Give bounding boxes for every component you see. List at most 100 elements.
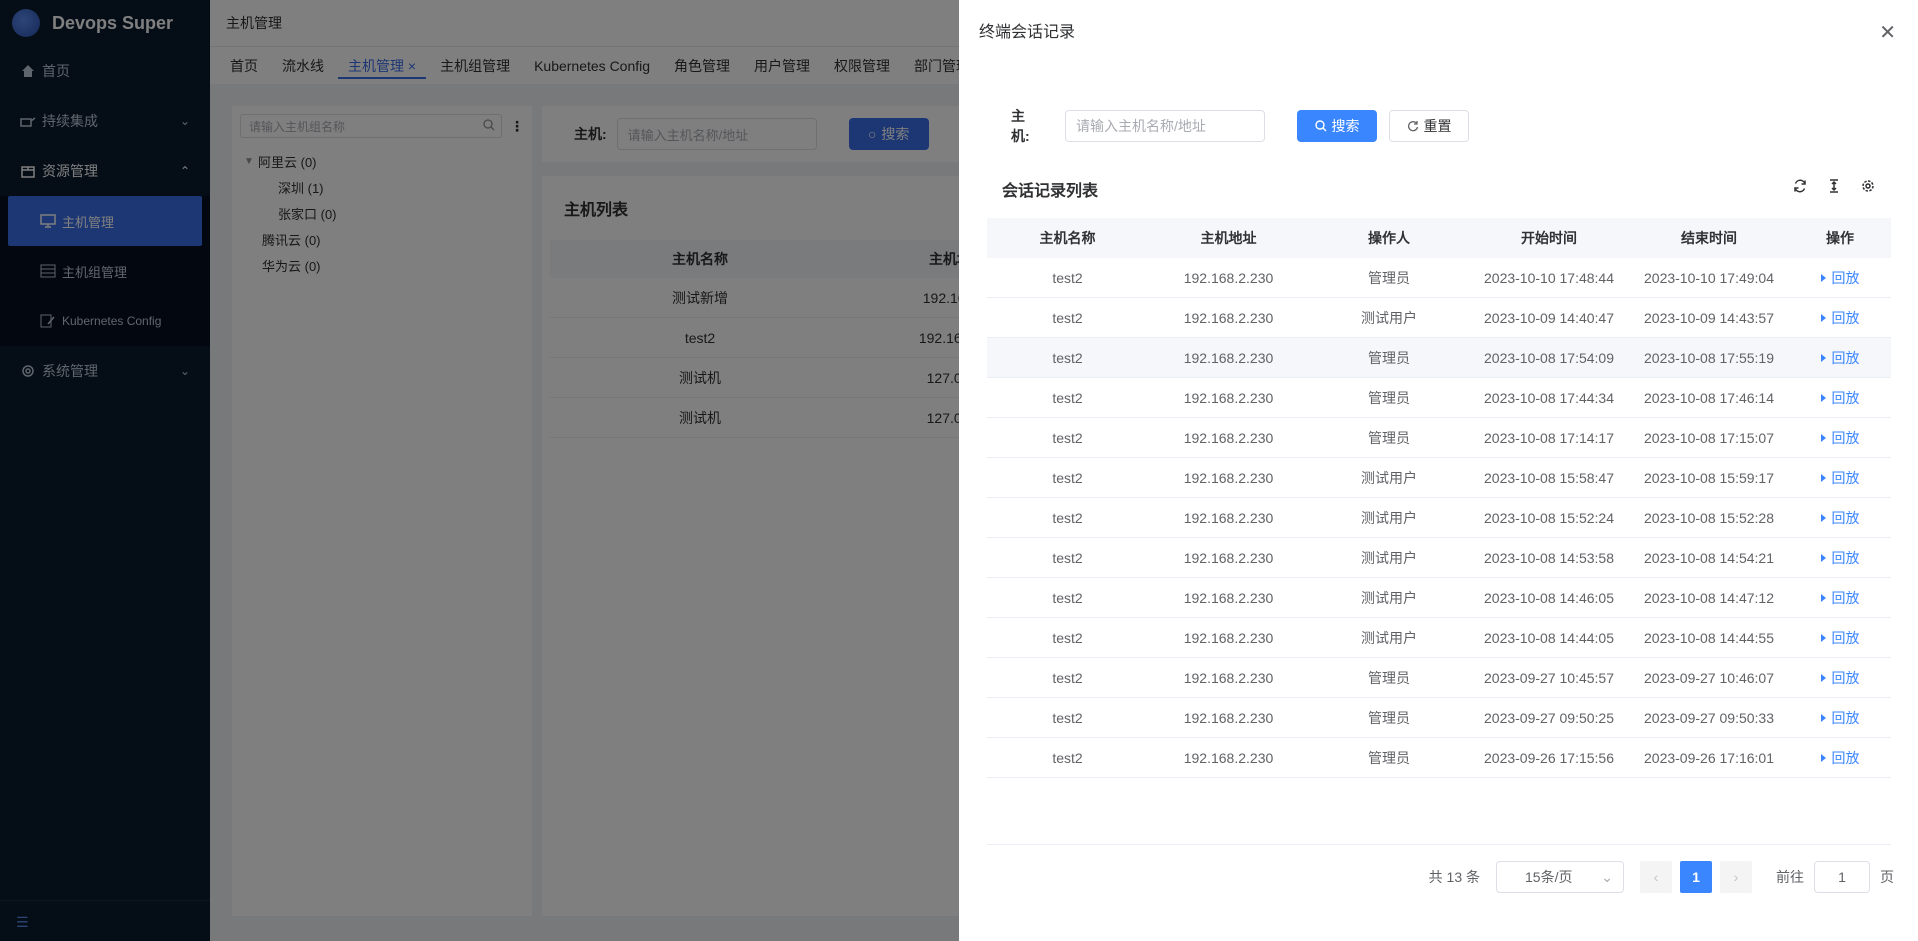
cell: 2023-10-08 14:54:21 (1644, 549, 1774, 566)
table-row[interactable]: test2 192.168.2.230 管理员 2023-10-08 17:14:17… (987, 418, 1891, 458)
table-row[interactable]: test2 192.168.2.230 管理员 2023-10-10 17:48:44… (987, 258, 1891, 298)
prev-page-button[interactable]: ‹ (1640, 861, 1672, 893)
cell: 2023-10-08 15:58:47 (1484, 469, 1614, 486)
cell: 2023-10-08 14:44:55 (1644, 629, 1774, 646)
replay-button[interactable]: 回放 (1820, 388, 1860, 408)
cell: test2 (1052, 309, 1083, 326)
play-icon (1820, 513, 1826, 522)
search-icon (1314, 120, 1327, 132)
play-icon (1820, 393, 1826, 402)
column-header: 开始时间 (1521, 230, 1577, 246)
play-icon (1820, 473, 1826, 482)
table-row[interactable]: test2 192.168.2.230 测试用户 2023-10-08 15:52:2… (987, 498, 1891, 538)
replay-label: 回放 (1831, 309, 1860, 326)
cell: 2023-10-10 17:49:04 (1644, 269, 1774, 286)
cell: 192.168.2.230 (1183, 629, 1274, 646)
cell: 2023-09-27 10:45:57 (1484, 669, 1614, 686)
replay-label: 回放 (1831, 509, 1860, 526)
cell: 管理员 (1368, 269, 1410, 286)
table-row[interactable]: test2 192.168.2.230 管理员 2023-09-27 10:45:57… (987, 658, 1891, 698)
table-row[interactable]: test2 192.168.2.230 管理员 2023-10-08 17:44:34… (987, 378, 1891, 418)
play-icon (1820, 353, 1826, 362)
cell: test2 (1052, 549, 1083, 566)
cell: 管理员 (1368, 709, 1410, 726)
goto-page-input[interactable]: 1 (1814, 861, 1870, 893)
refresh-icon[interactable] (1792, 178, 1808, 194)
replay-button[interactable]: 回放 (1820, 468, 1860, 488)
settings-icon[interactable] (1860, 178, 1876, 194)
page-size-select[interactable]: 15条/页 ⌄ (1496, 861, 1624, 893)
cell: 2023-10-08 14:44:05 (1484, 629, 1614, 646)
play-icon (1820, 273, 1826, 282)
table-row[interactable]: test2 192.168.2.230 测试用户 2023-10-08 14:44:0… (987, 618, 1891, 658)
replay-button[interactable]: 回放 (1820, 508, 1860, 528)
session-host-input[interactable]: 请输入主机名称/地址 (1065, 110, 1265, 142)
replay-button[interactable]: 回放 (1820, 748, 1860, 768)
play-icon (1820, 313, 1826, 322)
cell: 2023-10-08 14:47:12 (1644, 589, 1774, 606)
table-row[interactable]: test2 192.168.2.230 测试用户 2023-10-08 15:58:4… (987, 458, 1891, 498)
cell: 管理员 (1368, 429, 1410, 446)
table-row[interactable]: test2 192.168.2.230 测试用户 2023-10-09 14:40:4… (987, 298, 1891, 338)
action-cell: 回放 (1789, 668, 1891, 688)
replay-label: 回放 (1831, 589, 1860, 606)
reset-button[interactable]: 重置 (1389, 110, 1469, 142)
cell: test2 (1052, 509, 1083, 526)
column-header: 操作 (1826, 230, 1854, 246)
cell: 192.168.2.230 (1183, 669, 1274, 686)
replay-button[interactable]: 回放 (1820, 708, 1860, 728)
column-header: 操作人 (1368, 230, 1410, 246)
replay-label: 回放 (1831, 349, 1860, 366)
input-placeholder: 请输入主机名称/地址 (1076, 118, 1206, 134)
replay-button[interactable]: 回放 (1820, 268, 1860, 288)
replay-label: 回放 (1831, 389, 1860, 406)
page-unit-label: 页 (1880, 869, 1894, 885)
table-row[interactable]: test2 192.168.2.230 管理员 2023-10-08 17:54:09… (987, 338, 1891, 378)
table-row[interactable]: test2 192.168.2.230 管理员 2023-09-27 09:50:25… (987, 698, 1891, 738)
host-filter-label: 主机: (1011, 108, 1030, 144)
replay-button[interactable]: 回放 (1820, 628, 1860, 648)
search-button[interactable]: 搜索 (1297, 110, 1377, 142)
cell: 2023-10-08 14:46:05 (1484, 589, 1614, 606)
replay-button[interactable]: 回放 (1820, 548, 1860, 568)
replay-label: 回放 (1831, 669, 1860, 686)
cell: test2 (1052, 589, 1083, 606)
play-icon (1820, 713, 1826, 722)
pagination-total: 共 13 条 (1428, 869, 1480, 885)
cell: 2023-10-08 14:53:58 (1484, 549, 1614, 566)
action-cell: 回放 (1789, 348, 1891, 368)
replay-button[interactable]: 回放 (1820, 428, 1860, 448)
cell: test2 (1052, 269, 1083, 286)
play-icon (1820, 673, 1826, 682)
table-body: test2 192.168.2.230 管理员 2023-10-10 17:48:44… (987, 258, 1891, 778)
action-cell: 回放 (1789, 588, 1891, 608)
replay-label: 回放 (1831, 549, 1860, 566)
session-table: 主机名称 主机地址 操作人 开始时间 结束时间 操作 test2 192.168.… (987, 218, 1891, 778)
replay-button[interactable]: 回放 (1820, 588, 1860, 608)
table-toolbar (1792, 178, 1876, 194)
next-page-button[interactable]: › (1720, 861, 1752, 893)
session-filter: 主机: 请输入主机名称/地址 搜索 重置 (1011, 106, 1469, 146)
table-row[interactable]: test2 192.168.2.230 管理员 2023-09-26 17:15:56… (987, 738, 1891, 778)
page-number[interactable]: 1 (1680, 861, 1712, 893)
cell: 2023-10-08 15:59:17 (1644, 469, 1774, 486)
cell: 192.168.2.230 (1183, 549, 1274, 566)
replay-label: 回放 (1831, 269, 1860, 286)
action-cell: 回放 (1789, 428, 1891, 448)
cell: 2023-10-09 14:43:57 (1644, 309, 1774, 326)
column-height-icon[interactable] (1826, 178, 1842, 194)
cell: 测试用户 (1361, 309, 1417, 326)
close-icon[interactable]: ✕ (1879, 20, 1896, 45)
table-row[interactable]: test2 192.168.2.230 测试用户 2023-10-08 14:53:5… (987, 538, 1891, 578)
table-row[interactable]: test2 192.168.2.230 测试用户 2023-10-08 14:46:0… (987, 578, 1891, 618)
action-cell: 回放 (1789, 268, 1891, 288)
action-cell: 回放 (1789, 308, 1891, 328)
replay-button[interactable]: 回放 (1820, 668, 1860, 688)
replay-button[interactable]: 回放 (1820, 308, 1860, 328)
cell: 2023-09-27 09:50:25 (1484, 709, 1614, 726)
cell: test2 (1052, 349, 1083, 366)
cell: 192.168.2.230 (1183, 269, 1274, 286)
cell: test2 (1052, 389, 1083, 406)
cell: test2 (1052, 469, 1083, 486)
replay-button[interactable]: 回放 (1820, 348, 1860, 368)
